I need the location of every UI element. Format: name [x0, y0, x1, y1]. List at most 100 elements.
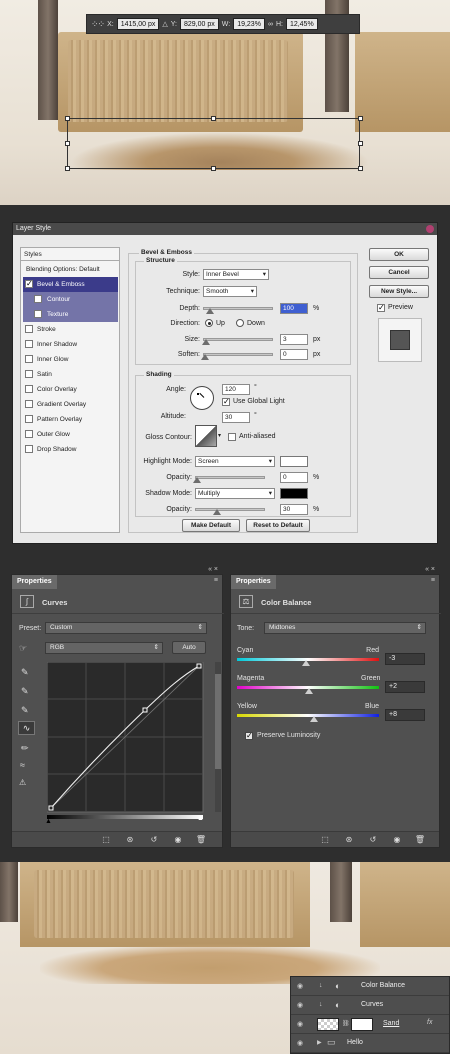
soften-field[interactable]: 0 — [280, 349, 308, 360]
reference-point-icon[interactable]: ⁘⁘ — [91, 19, 105, 30]
color-balance-value-field[interactable]: -3 — [385, 653, 425, 665]
style-checkbox[interactable] — [25, 415, 33, 423]
view-previous-state-icon[interactable]: ⊛ — [343, 835, 355, 844]
shadow-mode-select[interactable]: Multiply ▾ — [195, 488, 275, 499]
properties-tab[interactable]: Properties — [12, 575, 57, 589]
color-balance-slider-knob[interactable] — [305, 688, 314, 694]
highlight-opacity-slider[interactable] — [195, 476, 265, 479]
x-field[interactable]: 1415,00 px — [116, 18, 160, 30]
cancel-button[interactable]: Cancel — [369, 266, 429, 279]
size-slider[interactable] — [203, 338, 273, 341]
clipping-warning-icon[interactable]: ⚠ — [19, 778, 26, 787]
color-balance-slider[interactable] — [237, 714, 379, 717]
reset-icon[interactable]: ↺ — [148, 835, 160, 844]
shadow-opacity-field[interactable]: 30 — [280, 504, 308, 515]
style-checkbox[interactable] — [25, 340, 33, 348]
soften-slider[interactable] — [203, 353, 273, 356]
fx-icon[interactable]: fx — [427, 1019, 432, 1026]
size-field[interactable]: 3 — [280, 334, 308, 345]
style-item[interactable]: Inner Shadow — [23, 337, 118, 352]
transform-bounding-box[interactable] — [67, 118, 360, 169]
height-field[interactable]: 12,45% — [285, 18, 318, 30]
depth-slider-knob[interactable] — [206, 308, 214, 314]
new-style-button[interactable]: New Style... — [369, 285, 429, 298]
panel-menu-icon[interactable]: ≡ — [214, 577, 218, 584]
visibility-eye-icon[interactable]: ◉ — [172, 835, 184, 844]
style-checkbox[interactable] — [25, 385, 33, 393]
curve-point-tool-icon[interactable]: ∿ — [18, 721, 35, 735]
reset-icon[interactable]: ↺ — [367, 835, 379, 844]
panel-collapse-icon[interactable]: « × — [208, 566, 218, 573]
color-balance-value-field[interactable]: +2 — [385, 681, 425, 693]
smooth-curve-icon[interactable]: ≈ — [20, 760, 25, 770]
auto-button[interactable]: Auto — [172, 641, 206, 654]
delta-icon[interactable]: △ — [162, 20, 167, 28]
color-balance-slider-knob[interactable] — [301, 660, 310, 666]
use-global-light-checkbox[interactable]: ✓ — [222, 398, 230, 406]
channel-select[interactable]: RGB ⇕ — [45, 642, 163, 654]
link-icon[interactable]: ∞ — [268, 21, 273, 28]
style-checkbox[interactable] — [25, 370, 33, 378]
scrollbar[interactable] — [215, 662, 221, 812]
style-checkbox[interactable] — [25, 445, 33, 453]
white-point-eyedropper-icon[interactable]: ✎ — [21, 705, 29, 716]
style-item[interactable]: Outer Glow — [23, 427, 118, 442]
tone-select[interactable]: Midtones ⇕ — [264, 622, 426, 634]
direction-down-radio[interactable] — [236, 319, 244, 327]
visibility-eye-icon[interactable]: ◉ — [297, 1039, 303, 1047]
style-item[interactable]: Pattern Overlay — [23, 412, 118, 427]
gloss-contour-picker[interactable] — [195, 425, 217, 447]
ok-button[interactable]: OK — [369, 248, 429, 261]
style-item[interactable]: Inner Glow — [23, 352, 118, 367]
depth-field[interactable]: 100 — [280, 303, 308, 314]
preview-checkbox[interactable]: ✓ — [377, 304, 385, 312]
panel-collapse-icon[interactable]: « × — [425, 566, 435, 573]
trash-icon[interactable]: 🗑 — [195, 835, 207, 844]
shadow-opacity-slider[interactable] — [195, 508, 265, 511]
soften-slider-knob[interactable] — [201, 354, 209, 360]
style-checkbox[interactable]: ✓ — [25, 280, 33, 288]
technique-select[interactable]: Smooth ▾ — [203, 286, 257, 297]
altitude-field[interactable]: 30 — [222, 412, 250, 423]
style-item[interactable]: Color Overlay — [23, 382, 118, 397]
panel-menu-icon[interactable]: ≡ — [431, 577, 435, 584]
direction-up-radio[interactable] — [205, 319, 213, 327]
white-point-slider[interactable]: ▲ — [197, 815, 204, 822]
close-icon[interactable] — [426, 225, 434, 233]
style-checkbox[interactable] — [25, 430, 33, 438]
gray-point-eyedropper-icon[interactable]: ✎ — [21, 686, 29, 697]
transform-handle[interactable] — [358, 116, 363, 121]
layer-row[interactable]: ◉ ↓ ◐ Curves — [291, 996, 449, 1015]
transform-handle[interactable] — [65, 141, 70, 146]
style-item[interactable]: Stroke — [23, 322, 118, 337]
style-item[interactable]: Drop Shadow — [23, 442, 118, 457]
expand-arrow-icon[interactable]: ▶ — [317, 1039, 322, 1046]
black-point-eyedropper-icon[interactable]: ✎ — [21, 667, 29, 678]
color-balance-value-field[interactable]: +8 — [385, 709, 425, 721]
transform-handle[interactable] — [65, 116, 70, 121]
highlight-mode-select[interactable]: Screen ▾ — [195, 456, 275, 467]
style-checkbox[interactable] — [25, 355, 33, 363]
layer-name[interactable]: Curves — [361, 1001, 383, 1008]
style-item[interactable]: ✓ Bevel & Emboss — [23, 277, 118, 292]
make-default-button[interactable]: Make Default — [182, 519, 240, 532]
layer-row[interactable]: ◉ ↓ ◐ Color Balance — [291, 977, 449, 996]
pencil-icon[interactable]: ✏ — [21, 743, 29, 754]
properties-tab[interactable]: Properties — [231, 575, 276, 589]
style-checkbox[interactable] — [25, 400, 33, 408]
reset-to-default-button[interactable]: Reset to Default — [246, 519, 310, 532]
transform-handle[interactable] — [358, 141, 363, 146]
black-point-slider[interactable]: ▲ — [45, 818, 52, 825]
visibility-eye-icon[interactable]: ◉ — [297, 1020, 303, 1028]
highlight-opacity-knob[interactable] — [193, 477, 201, 483]
style-item[interactable]: Contour — [23, 292, 118, 307]
transform-handle[interactable] — [358, 166, 363, 171]
view-previous-state-icon[interactable]: ⊛ — [124, 835, 136, 844]
preset-select[interactable]: Custom ⇕ — [45, 622, 207, 634]
targeted-adjust-icon[interactable]: ☞ — [19, 643, 27, 654]
width-field[interactable]: 19,23% — [233, 18, 265, 30]
layer-name[interactable]: Hello — [347, 1039, 363, 1046]
preserve-luminosity-checkbox[interactable]: ✓ — [245, 732, 253, 740]
transform-handle[interactable] — [65, 166, 70, 171]
style-checkbox[interactable] — [34, 295, 42, 303]
